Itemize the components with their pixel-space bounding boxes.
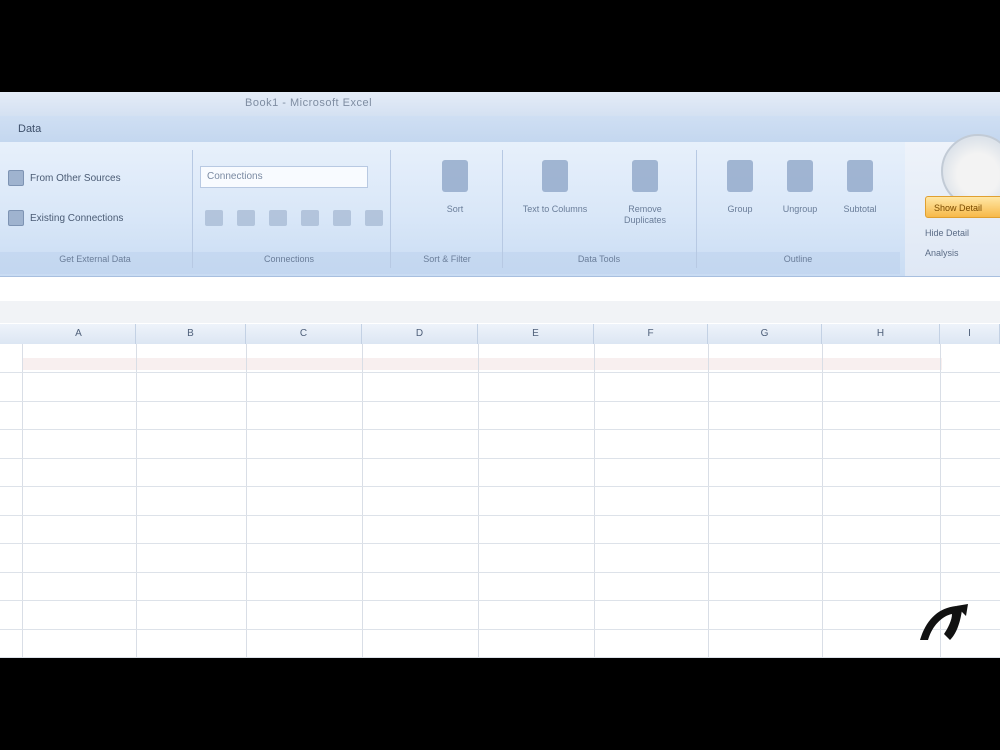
column-header-h[interactable]: H (822, 324, 940, 344)
refresh-icon[interactable] (205, 210, 223, 226)
title-bar: Book1 - Microsoft Excel (0, 92, 1000, 116)
grid-column-line (362, 344, 363, 658)
grid-column-line (478, 344, 479, 658)
grid-row-line (0, 572, 1000, 573)
remove-duplicates-button[interactable]: Remove Duplicates (610, 160, 680, 226)
grid-column-line (136, 344, 137, 658)
properties-icon[interactable] (237, 210, 255, 226)
grid-column-line (246, 344, 247, 658)
text-to-columns-button[interactable]: Text to Columns (520, 160, 590, 215)
connections-small-icons (205, 210, 383, 226)
ribbon-tab-row: Data (0, 116, 1000, 142)
group-separator (502, 150, 503, 268)
subtotal-label: Subtotal (843, 204, 877, 214)
sort-descending-icon[interactable] (333, 210, 351, 226)
subtotal-icon (847, 160, 873, 192)
formula-bar-strip (0, 301, 1000, 323)
grid-row-line (0, 629, 1000, 630)
group-separator (192, 150, 193, 268)
show-detail-button[interactable]: Show Detail (925, 196, 1000, 218)
column-header-g[interactable]: G (708, 324, 822, 344)
group-separator (696, 150, 697, 268)
from-other-sources-button[interactable]: From Other Sources (8, 170, 121, 186)
group-separator (390, 150, 391, 268)
grid-column-line (708, 344, 709, 658)
window-title: Book1 - Microsoft Excel (245, 97, 373, 109)
text-to-columns-label: Text to Columns (522, 204, 588, 214)
grid-column-line (594, 344, 595, 658)
ribbon-right-panel: Show Detail Hide Detail Analysis (905, 134, 1000, 276)
ungroup-icon (787, 160, 813, 192)
grid-column-line (822, 344, 823, 658)
group-label-data-tools: Data Tools (577, 254, 621, 264)
tab-data[interactable]: Data (18, 123, 41, 135)
grid-row-line (0, 429, 1000, 430)
column-header-f[interactable]: F (594, 324, 708, 344)
sort-button[interactable]: Sort (420, 160, 490, 215)
grid-row-line (0, 515, 1000, 516)
grid-row-line (0, 657, 1000, 658)
existing-connections-label: Existing Connections (30, 212, 124, 224)
column-header-a[interactable]: A (22, 324, 136, 344)
from-other-sources-label: From Other Sources (30, 172, 121, 184)
column-header-i[interactable]: I (940, 324, 1000, 344)
cursor-arrow-icon (920, 604, 968, 640)
grid-row-line (0, 372, 1000, 373)
column-header-b[interactable]: B (136, 324, 246, 344)
text-to-columns-icon (542, 160, 568, 192)
column-header-row: ABCDEFGHI (0, 324, 1000, 345)
group-label-connections: Connections (263, 254, 315, 264)
grid-row-line (0, 600, 1000, 601)
connections-icon (8, 210, 24, 226)
analysis-button[interactable]: Analysis (925, 248, 959, 258)
grid-row-line (0, 458, 1000, 459)
connections-dropdown[interactable]: Connections (200, 166, 368, 188)
edit-links-icon[interactable] (269, 210, 287, 226)
hide-detail-button[interactable]: Hide Detail (925, 228, 969, 238)
sort-icon (442, 160, 468, 192)
group-label-get-external-data: Get External Data (59, 254, 131, 264)
selected-row-highlight (22, 358, 942, 370)
group-label-outline: Outline (783, 254, 813, 264)
remove-duplicates-icon (632, 160, 658, 192)
sort-ascending-icon[interactable] (301, 210, 319, 226)
group-label-sort-filter: Sort & Filter (423, 254, 471, 264)
grid-row-line (0, 486, 1000, 487)
grid-row-line (0, 401, 1000, 402)
column-header-d[interactable]: D (362, 324, 478, 344)
formula-bar[interactable] (0, 277, 1000, 302)
column-header-c[interactable]: C (246, 324, 362, 344)
ribbon: From Other Sources Existing Connections … (0, 134, 1000, 277)
spreadsheet-grid[interactable] (0, 344, 1000, 658)
grid-column-line (22, 344, 23, 658)
excel-window: Book1 - Microsoft Excel Data From Other … (0, 92, 1000, 658)
grid-row-line (0, 543, 1000, 544)
column-header-e[interactable]: E (478, 324, 594, 344)
sort-label: Sort (446, 204, 464, 214)
subtotal-button[interactable]: Subtotal (825, 160, 895, 215)
existing-connections-button[interactable]: Existing Connections (8, 210, 123, 226)
group-icon (727, 160, 753, 192)
clear-icon[interactable] (365, 210, 383, 226)
remove-duplicates-label: Remove Duplicates (623, 204, 667, 225)
database-icon (8, 170, 24, 186)
